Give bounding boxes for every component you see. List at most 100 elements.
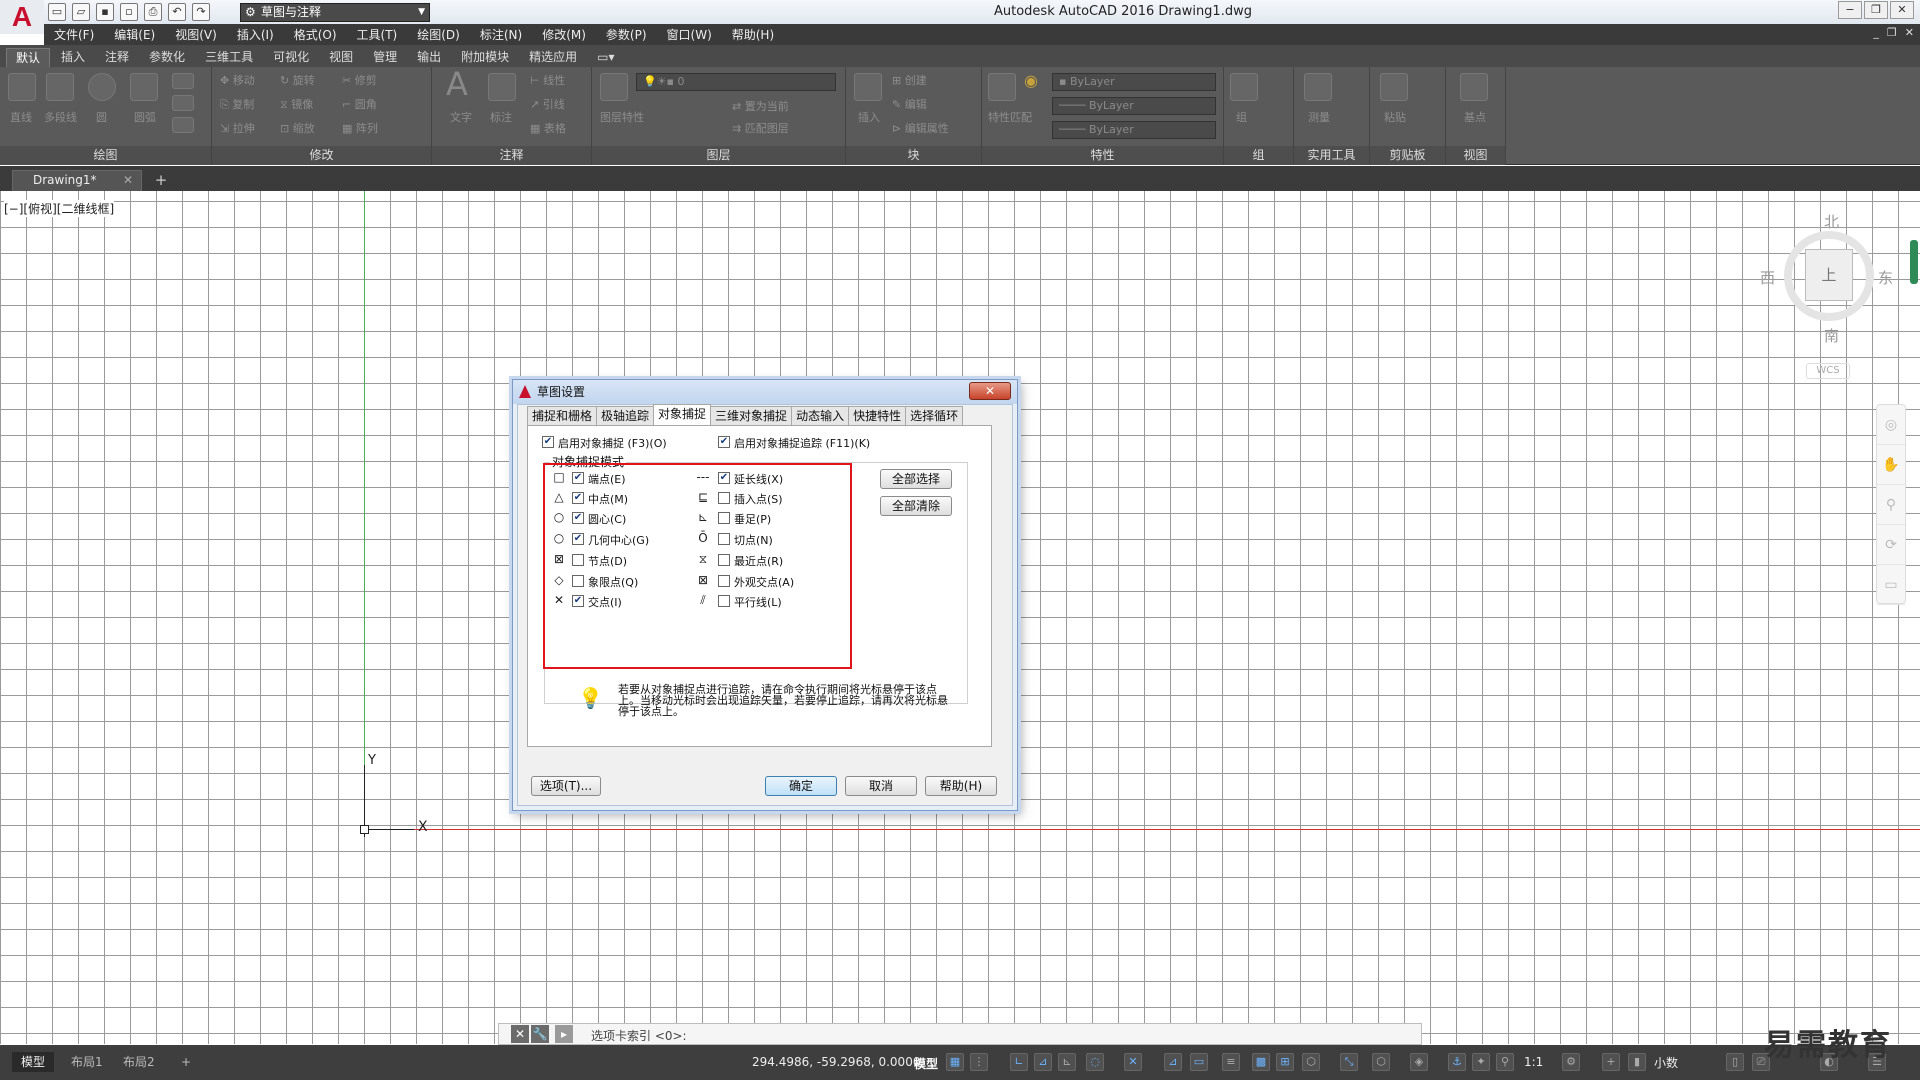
- steering-wheel-icon[interactable]: ◎: [1877, 405, 1905, 445]
- trim-button[interactable]: ✂ 修剪: [342, 73, 377, 89]
- coordinates-readout[interactable]: 294.4986, -59.2968, 0.0000: [752, 1055, 920, 1069]
- tab-object-snap[interactable]: 对象捕捉: [653, 404, 712, 426]
- annotation-panel-title[interactable]: 注释: [432, 146, 591, 165]
- tab-dynamic-input[interactable]: 动态输入: [791, 406, 850, 426]
- undo-icon[interactable]: ↶: [168, 3, 186, 21]
- annotate-icon[interactable]: ✦: [1472, 1053, 1490, 1071]
- maximize-button[interactable]: ❐: [1864, 1, 1888, 19]
- color-wheel-icon[interactable]: ◉: [1024, 71, 1038, 90]
- layer-dropdown[interactable]: 💡☀▪ 0: [636, 73, 836, 91]
- measure-icon[interactable]: [1304, 73, 1332, 101]
- hatch-icon[interactable]: [172, 95, 194, 111]
- menu-help[interactable]: 帮助(H): [732, 26, 774, 43]
- isodraft-icon[interactable]: ⊾: [1058, 1053, 1076, 1071]
- rotate-button[interactable]: ↻ 旋转: [280, 73, 315, 89]
- close-command-line-icon[interactable]: ✕: [511, 1025, 529, 1043]
- snap-icon[interactable]: ⋮: [970, 1053, 988, 1071]
- match-layer-button[interactable]: ⇉ 匹配图层: [732, 121, 789, 137]
- copy-button[interactable]: ⎘ 复制: [220, 97, 254, 113]
- dialog-title-bar[interactable]: 草图设置 ✕: [513, 380, 1017, 404]
- view-panel-title[interactable]: 视图: [1446, 146, 1505, 165]
- tab-polar-tracking[interactable]: 极轴追踪: [596, 406, 655, 426]
- stretch-button[interactable]: ⇲ 拉伸: [220, 121, 255, 137]
- edit-attributes-button[interactable]: ⊳ 编辑属性: [892, 121, 949, 137]
- auto-scale-icon[interactable]: ◈: [1410, 1053, 1428, 1071]
- compass-west[interactable]: 西: [1760, 267, 1775, 288]
- add-layout-button[interactable]: +: [172, 1052, 200, 1072]
- array-button[interactable]: ▦ 阵列: [342, 121, 378, 137]
- gizmo-icon[interactable]: ⤡: [1340, 1053, 1358, 1071]
- menu-format[interactable]: 格式(O): [294, 26, 337, 43]
- leader-button[interactable]: ↗ 引线: [530, 97, 565, 113]
- circle-icon[interactable]: [88, 73, 116, 101]
- menu-parametric[interactable]: 参数(P): [606, 26, 647, 43]
- selection-cycling-icon[interactable]: ≡: [1222, 1053, 1240, 1071]
- scroll-indicator[interactable]: [1910, 240, 1918, 284]
- isolate-icon[interactable]: ▮: [1628, 1053, 1646, 1071]
- compass-east[interactable]: 东: [1878, 267, 1893, 288]
- fillet-button[interactable]: ⌐ 圆角: [342, 97, 377, 113]
- layer-properties-icon[interactable]: [600, 73, 628, 101]
- tab-featured-apps[interactable]: 精选应用: [520, 48, 586, 67]
- draw-panel-title[interactable]: 绘图: [0, 146, 211, 165]
- units-dropdown[interactable]: 小数: [1654, 1054, 1678, 1071]
- menu-insert[interactable]: 插入(I): [237, 26, 274, 43]
- pan-icon[interactable]: ✋: [1877, 445, 1905, 485]
- set-current-button[interactable]: ⇄ 置为当前: [732, 99, 789, 115]
- workspace-switch-icon[interactable]: ⚙: [1562, 1053, 1580, 1071]
- command-line[interactable]: ✕ 🔧 ▸ 选项卡索引 <0>:: [498, 1023, 1422, 1045]
- print-icon[interactable]: ⎙: [144, 3, 162, 21]
- grid-icon[interactable]: ▦: [946, 1053, 964, 1071]
- tab-default[interactable]: 默认: [6, 48, 51, 67]
- layers-panel-title[interactable]: 图层: [592, 146, 845, 165]
- document-tab[interactable]: Drawing1* ✕: [12, 170, 142, 191]
- rectangle-icon[interactable]: [172, 73, 194, 89]
- tab-visualize[interactable]: 可视化: [264, 48, 318, 67]
- close-tab-icon[interactable]: ✕: [123, 171, 133, 190]
- paste-icon[interactable]: [1380, 73, 1408, 101]
- layout-tab-layout1[interactable]: 布局1: [62, 1052, 112, 1072]
- doc-minimize-button[interactable]: _: [1873, 26, 1879, 39]
- minimize-button[interactable]: −: [1838, 1, 1862, 19]
- match-properties-icon[interactable]: [988, 73, 1016, 101]
- create-block-button[interactable]: ⊞ 创建: [892, 73, 927, 89]
- options-button[interactable]: 选项(T)...: [531, 776, 601, 796]
- dimension-icon[interactable]: [488, 73, 516, 101]
- enable-tracking-checkbox[interactable]: ✔: [718, 436, 730, 448]
- layout-tab-layout2[interactable]: 布局2: [114, 1052, 164, 1072]
- utilities-panel-title[interactable]: 实用工具: [1294, 146, 1369, 165]
- linear-button[interactable]: ⊢ 线性: [530, 73, 565, 89]
- tab-3d-object-snap[interactable]: 三维对象捕捉: [710, 406, 793, 426]
- compass-north[interactable]: 北: [1824, 211, 1839, 232]
- insert-block-icon[interactable]: [854, 73, 882, 101]
- modify-panel-title[interactable]: 修改: [212, 146, 431, 165]
- object-snap-tracking-icon[interactable]: ◌: [1086, 1053, 1104, 1071]
- cancel-button[interactable]: 取消: [845, 776, 917, 796]
- showmotion-icon[interactable]: ▭: [1877, 565, 1905, 605]
- plus-icon[interactable]: +: [1602, 1053, 1620, 1071]
- new-tab-button[interactable]: +: [152, 171, 170, 189]
- polar-icon[interactable]: ⊿: [1034, 1053, 1052, 1071]
- zoom-icon[interactable]: ⚲: [1877, 485, 1905, 525]
- quick-properties-icon[interactable]: ▯: [1726, 1053, 1744, 1071]
- linetype-dropdown[interactable]: ──── ByLayer: [1052, 97, 1216, 115]
- group-icon[interactable]: [1230, 73, 1258, 101]
- menu-draw[interactable]: 绘图(D): [417, 26, 460, 43]
- wcs-menu[interactable]: WCS: [1806, 363, 1850, 379]
- autocad-logo-icon[interactable]: A: [0, 0, 44, 34]
- transparency-icon[interactable]: ▭: [1190, 1053, 1208, 1071]
- clear-all-button[interactable]: 全部清除: [880, 496, 952, 516]
- workspace-dropdown[interactable]: ⚙ 草图与注释 ▼: [240, 3, 430, 22]
- scale-button[interactable]: ⊡ 缩放: [280, 121, 315, 137]
- tab-output[interactable]: 输出: [408, 48, 450, 67]
- edit-block-button[interactable]: ✎ 编辑: [892, 97, 927, 113]
- menu-file[interactable]: 文件(F): [54, 26, 94, 43]
- clipboard-panel-title[interactable]: 剪贴板: [1370, 146, 1445, 165]
- block-panel-title[interactable]: 块: [846, 146, 981, 165]
- orbit-icon[interactable]: ⟳: [1877, 525, 1905, 565]
- doc-close-button[interactable]: ✕: [1905, 26, 1914, 39]
- menu-dimension[interactable]: 标注(N): [480, 26, 522, 43]
- save-as-icon[interactable]: ▫: [120, 3, 138, 21]
- properties-panel-title[interactable]: 特性: [982, 146, 1223, 165]
- groups-panel-title[interactable]: 组: [1224, 146, 1293, 165]
